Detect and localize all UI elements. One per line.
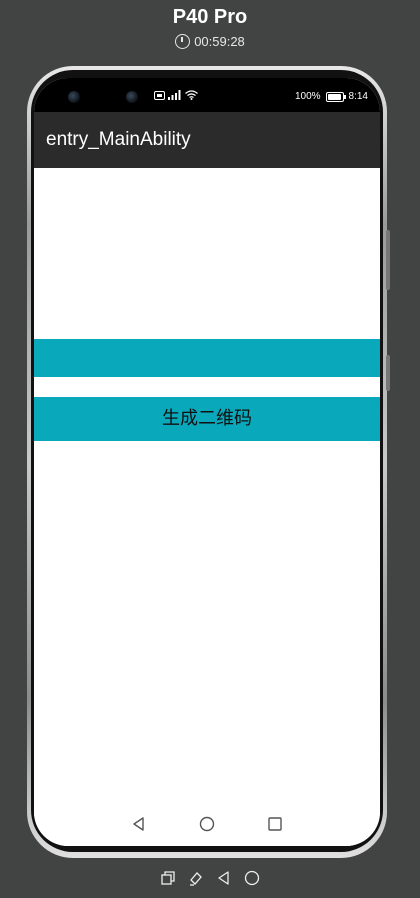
navigation-bar	[34, 802, 380, 846]
wifi-icon	[185, 90, 198, 100]
recents-icon[interactable]	[267, 816, 283, 832]
home-icon[interactable]	[199, 816, 215, 832]
generate-qr-button[interactable]: 生成二维码	[34, 397, 380, 441]
status-icons	[154, 90, 198, 100]
generate-qr-label: 生成二维码	[162, 408, 252, 429]
status-time: 8:14	[348, 91, 368, 102]
power-button	[386, 355, 390, 391]
nfc-icon	[154, 90, 165, 100]
status-bar: 100% 8:14	[34, 78, 380, 112]
back-tool-icon[interactable]	[216, 870, 232, 886]
status-right: 100% 8:14	[295, 91, 368, 102]
volume-button	[386, 230, 390, 290]
front-camera-2-icon	[126, 91, 138, 103]
battery-percent: 100%	[294, 91, 321, 102]
battery-icon	[325, 91, 346, 102]
back-icon[interactable]	[131, 816, 147, 832]
front-camera-icon	[68, 91, 80, 103]
screenshot-icon[interactable]	[160, 870, 176, 886]
timer-text: 00:59:28	[194, 34, 245, 49]
app-title-bar: entry_MainAbility	[34, 112, 380, 168]
device-title: P40 Pro	[172, 6, 248, 28]
signal-icon	[168, 90, 181, 100]
main-content: 生成二维码	[34, 168, 380, 808]
phone-screen: 100% 8:14 entry_MainAbility 生成二维码	[34, 78, 380, 846]
session-timer: 00:59:28	[0, 34, 420, 49]
rotate-icon[interactable]	[188, 870, 204, 886]
app-title: entry_MainAbility	[46, 129, 191, 150]
emulator-toolbar	[0, 870, 420, 886]
timer-icon	[175, 34, 191, 49]
top-button[interactable]	[34, 339, 380, 377]
home-tool-icon[interactable]	[244, 870, 260, 886]
